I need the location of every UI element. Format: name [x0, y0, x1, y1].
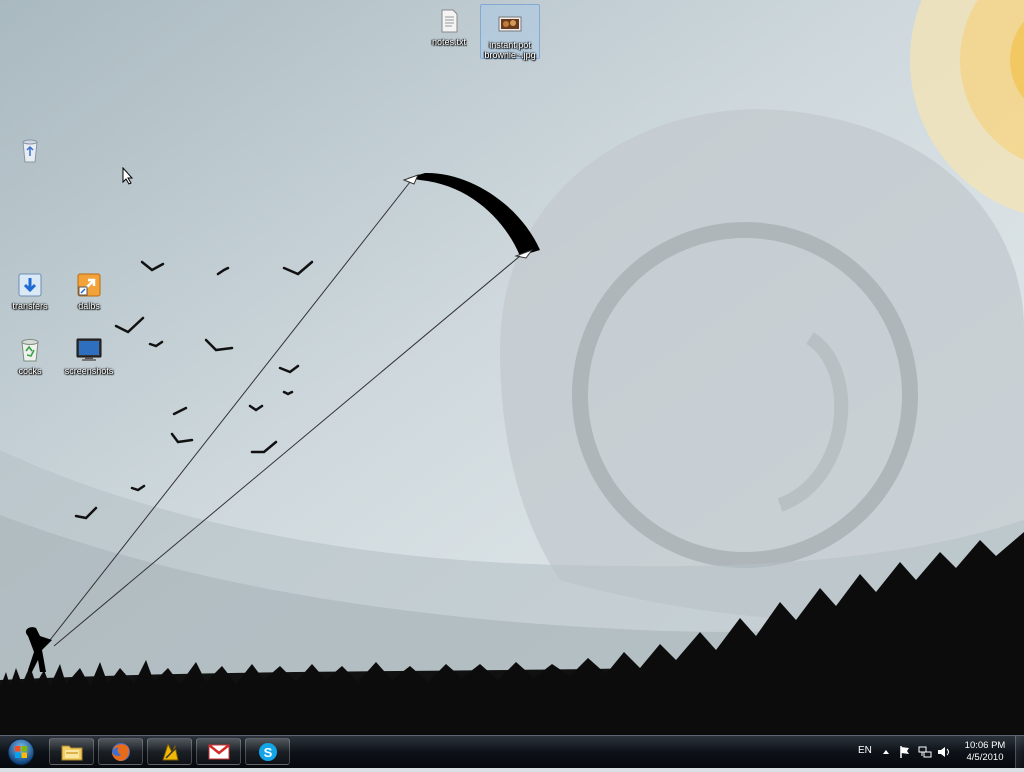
desktop-icon-label: transfers — [12, 301, 48, 311]
clock[interactable]: 10:06 PM 4/5/2010 — [955, 740, 1015, 764]
clock-time: 10:06 PM — [964, 740, 1006, 751]
folder-library-icon — [61, 745, 83, 761]
taskbar-firefox-button[interactable] — [98, 738, 143, 765]
svg-text:S: S — [264, 745, 273, 760]
download-folder-icon — [17, 272, 43, 298]
desktop-icon-label: notes.txt — [431, 37, 467, 47]
network-icon[interactable] — [918, 745, 932, 759]
action-center-flag-icon[interactable] — [899, 745, 911, 759]
start-button[interactable] — [4, 737, 38, 767]
shortcut-icon — [76, 272, 102, 298]
desktop-icon-label: screenshots — [64, 366, 114, 376]
desktop-icon-dalbs[interactable]: dalbs — [59, 272, 119, 311]
recycle-bin-icon — [17, 138, 43, 164]
desktop-icon-screenshots[interactable]: screenshots — [59, 337, 119, 376]
desktop-icon-cocks[interactable]: cocks — [0, 337, 60, 376]
language-indicator[interactable]: EN — [858, 745, 872, 756]
recycle-bin-full-icon — [17, 337, 43, 363]
desktop-icon-label: instant pot brownie~.jpg — [484, 40, 536, 60]
taskbar-gmail-button[interactable] — [196, 738, 241, 765]
desktop[interactable]: notes.txt instant pot brownie~.jpg trans… — [0, 0, 1024, 735]
desktop-icon-label: cocks — [18, 366, 42, 376]
taskbar: S EN 10:06 PM 4/5/2010 — [0, 735, 1024, 768]
show-hidden-icons-icon[interactable] — [882, 749, 890, 755]
skype-icon: S — [259, 743, 277, 761]
volume-icon[interactable] — [937, 745, 951, 759]
text-file-icon — [436, 8, 462, 34]
show-desktop-button[interactable] — [1015, 736, 1024, 768]
desktop-icon-transfers[interactable]: transfers — [0, 272, 60, 311]
gmail-icon — [208, 744, 230, 760]
desktop-icon-recycle-bin[interactable] — [0, 138, 60, 164]
desktop-icon-label: dalbs — [78, 301, 100, 311]
monitor-icon — [76, 337, 102, 363]
windows-logo-icon — [7, 738, 35, 766]
taskbar-winamp-button[interactable] — [147, 738, 192, 765]
winamp-icon — [162, 742, 179, 761]
desktop-icon-instant-pot[interactable]: instant pot brownie~.jpg — [480, 4, 540, 60]
taskbar-explorer-button[interactable] — [49, 738, 94, 765]
mouse-cursor-icon — [122, 167, 134, 185]
image-file-icon — [497, 11, 523, 37]
wallpaper — [0, 0, 1024, 735]
firefox-icon — [112, 743, 130, 761]
desktop-icon-notes[interactable]: notes.txt — [419, 8, 479, 47]
taskbar-skype-button[interactable]: S — [245, 738, 290, 765]
clock-date: 4/5/2010 — [966, 752, 1004, 763]
